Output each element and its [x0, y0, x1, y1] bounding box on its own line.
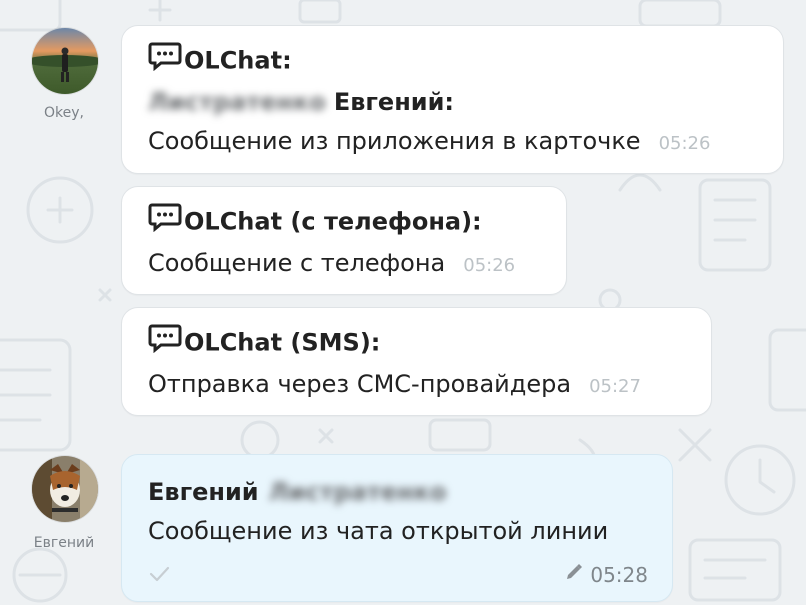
message-time: 05:28: [590, 563, 648, 587]
chat-bubble-icon: [148, 41, 184, 78]
message-body-line: Сообщение из чата открытой линии: [148, 516, 608, 546]
message-time: 05:27: [589, 376, 641, 397]
message-meta: 05:28: [564, 563, 648, 587]
message-header: OLChat (SMS):: [148, 324, 381, 360]
check-icon: [148, 565, 170, 587]
sender-surname-blurred: Листратенко: [268, 478, 447, 506]
message-text: Сообщение из чата открытой линии: [148, 517, 609, 545]
message-body-line: Сообщение с телефона 05:26: [148, 248, 515, 281]
chat-bubble-icon: [148, 202, 184, 239]
message-sender-line: Листратенко Евгений:: [148, 87, 454, 117]
message-bubble[interactable]: OLChat (с телефона): Сообщение с телефон…: [121, 186, 567, 295]
sender-name: Евгений: [148, 478, 259, 506]
message-bubble[interactable]: OLChat (SMS): Отправка через СМС-провайд…: [121, 307, 712, 416]
pencil-icon[interactable]: [564, 562, 584, 587]
sender-surname-blurred: Листратенко: [148, 88, 326, 116]
message-body-line: Сообщение из приложения в карточке 05:26: [148, 126, 710, 159]
message-sender-line: Евгений Листратенко: [148, 477, 446, 507]
sender-name: Евгений:: [333, 88, 455, 116]
message-time: 05:26: [658, 133, 711, 154]
author-avatar[interactable]: [32, 28, 98, 94]
message-header: OLChat:: [148, 42, 292, 78]
message-channel-label: OLChat (с телефона):: [184, 207, 482, 236]
message-text: Сообщение из приложения в карточке: [148, 127, 641, 155]
message-body-line: Отправка через СМС-провайдера 05:27: [148, 369, 641, 402]
message-channel-label: OLChat:: [184, 46, 292, 75]
message-time: 05:26: [463, 255, 516, 276]
message-bubble[interactable]: OLChat: Листратенко Евгений: Сообщение из…: [121, 25, 784, 174]
chat-bubble-icon: [148, 323, 184, 360]
author-name: Евгений: [33, 535, 95, 551]
message-text: Отправка через СМС-провайдера: [148, 370, 572, 398]
message-bubble-outgoing[interactable]: Евгений Листратенко Сообщение из чата отк…: [121, 454, 673, 602]
message-header: OLChat (с телефона):: [148, 203, 482, 239]
author-avatar[interactable]: [32, 456, 98, 522]
author-name: Okey,: [44, 105, 84, 121]
message-text: Сообщение с телефона: [148, 249, 446, 277]
message-channel-label: OLChat (SMS):: [184, 328, 381, 357]
